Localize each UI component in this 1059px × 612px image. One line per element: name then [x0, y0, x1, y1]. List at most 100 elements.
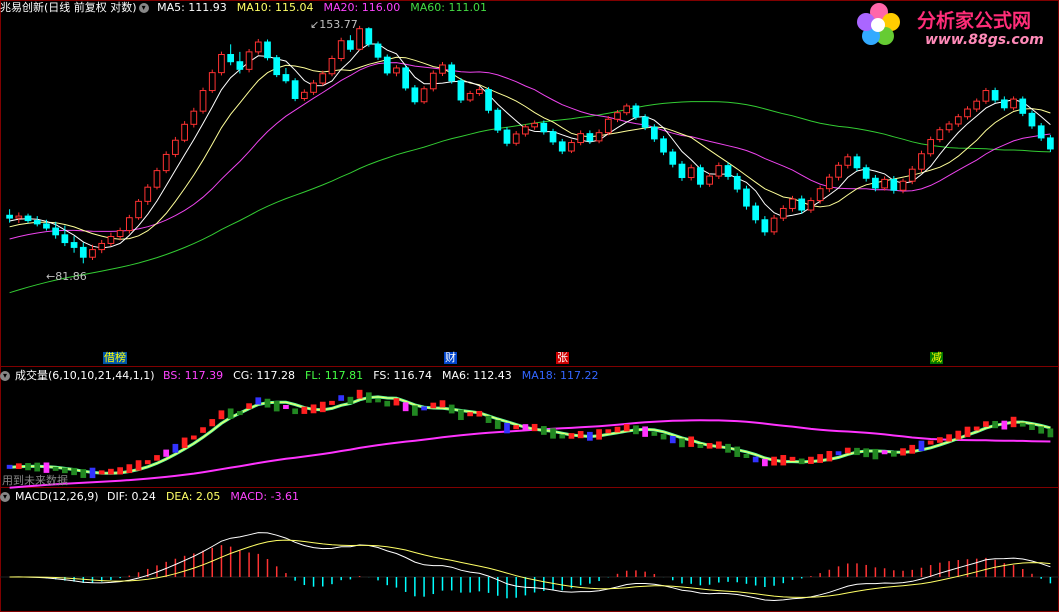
candle-body [273, 57, 281, 76]
candle [872, 174, 879, 192]
candle [918, 150, 925, 173]
candle [522, 124, 529, 137]
candle-body [208, 72, 216, 92]
volume-block [154, 455, 160, 461]
candle-body [429, 72, 437, 90]
candle-body [752, 205, 760, 221]
candle-body [954, 116, 962, 125]
candle-body [153, 170, 161, 188]
volume-block [540, 426, 547, 435]
watermark-logo: 分析家公式网 www.88gs.com [855, 0, 1059, 52]
volume-block [338, 395, 345, 401]
volume-block [15, 463, 22, 469]
volume-block [983, 421, 989, 427]
legend-item: MACD: -3.61 [230, 490, 300, 503]
candle [245, 48, 253, 73]
candle [568, 139, 575, 154]
volume-block [734, 446, 741, 457]
candle [531, 120, 538, 130]
volume-block [881, 450, 888, 455]
volume-block [531, 423, 538, 432]
candle-body [190, 110, 198, 125]
event-marker[interactable]: 减 [930, 352, 943, 364]
candle-body [172, 139, 179, 155]
chart-canvas [0, 0, 1059, 612]
candle-body [660, 138, 667, 153]
ma-legend: MA5: 111.93 MA10: 115.04 MA20: 116.00 MA60:… [157, 1, 497, 14]
volume-block [964, 426, 971, 438]
candle-body [973, 100, 981, 110]
legend-item: CG: 117.28 [233, 369, 296, 382]
volume-block [808, 456, 814, 464]
price-panel [6, 25, 1054, 294]
volume-block [283, 404, 289, 409]
candle-body [356, 28, 363, 50]
candle [1000, 96, 1008, 111]
volume-block [448, 404, 455, 414]
volume-block [992, 420, 998, 429]
volume-block [633, 425, 639, 435]
volume-block [1010, 416, 1017, 428]
low-price-label: ←81.86 [46, 270, 87, 283]
candle [337, 37, 345, 62]
candle [429, 70, 437, 92]
volume-block [126, 464, 133, 474]
event-marker[interactable]: 张 [556, 352, 569, 364]
candle [752, 202, 760, 224]
volume-block [135, 460, 142, 471]
candle [632, 103, 640, 120]
candle-body [531, 122, 538, 128]
candle [448, 62, 456, 84]
candle-body [586, 133, 594, 142]
candle [144, 184, 152, 205]
candle-body [1010, 98, 1017, 109]
candle [540, 120, 548, 135]
volume-block [568, 433, 575, 439]
candle-body [79, 246, 87, 258]
dropdown-icon[interactable]: ▾ [0, 371, 10, 381]
candle-body [457, 80, 465, 101]
candle [678, 161, 686, 181]
outer-border [0, 0, 1059, 612]
candle-body [816, 188, 824, 202]
volume-block [660, 433, 667, 440]
volume-title: 成交量(6,10,10,21,44,1,1) [15, 369, 155, 382]
event-marker[interactable]: 借榜 [103, 352, 127, 364]
legend-item: MA18: 117.22 [521, 369, 599, 382]
volume-block [292, 408, 298, 415]
candle [457, 77, 465, 103]
legend-item: MA6: 112.43 [442, 369, 512, 382]
future-data-note: 用到未来数据 [2, 474, 68, 487]
candle-body [98, 242, 106, 251]
candle-body [236, 61, 244, 70]
candle-body [310, 82, 317, 93]
dropdown-icon[interactable]: ▾ [0, 492, 10, 502]
candle-body [420, 88, 428, 103]
volume-block [697, 444, 704, 449]
candle [945, 121, 953, 133]
candle [254, 38, 262, 55]
candle-body [383, 56, 391, 74]
candle [761, 216, 769, 236]
candle-body [798, 198, 806, 211]
candle-body [218, 54, 225, 74]
volume-block [458, 409, 464, 421]
candle-body [540, 122, 548, 133]
candle-body [125, 217, 133, 232]
event-marker[interactable]: 财 [444, 352, 457, 364]
volume-legend: BS: 117.39 CG: 117.28 FL: 117.81 FS: 116.74… [163, 369, 608, 382]
legend-item: DIF: 0.24 [107, 490, 156, 503]
candle-body [964, 108, 971, 118]
dropdown-icon[interactable]: ▾ [138, 3, 149, 13]
volume-block [264, 398, 271, 408]
candle-body [862, 167, 870, 179]
candle-body [733, 175, 741, 190]
candle [835, 162, 842, 181]
volume-block [80, 469, 87, 478]
watermark-url: www.88gs.com [925, 32, 1044, 48]
candle [347, 35, 354, 52]
legend-item: MA20: 116.00 [323, 1, 401, 14]
candle [494, 107, 502, 133]
candle [466, 90, 474, 103]
legend-item: MA5: 111.93 [157, 1, 227, 14]
